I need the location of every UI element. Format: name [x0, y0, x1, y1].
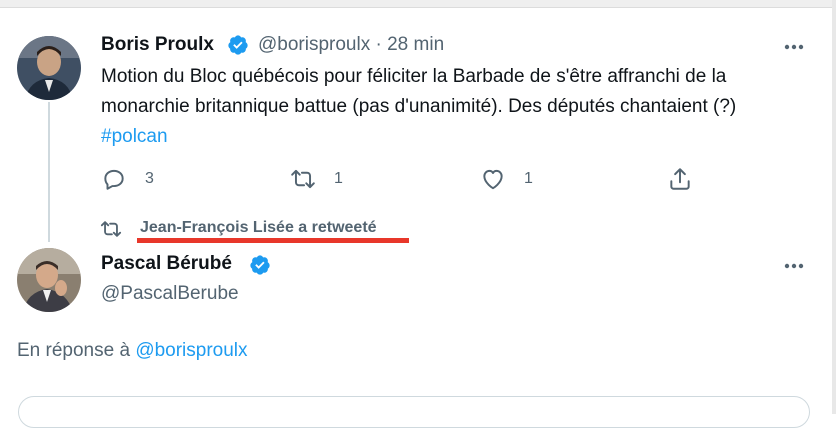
author-name[interactable]: Boris Proulx — [101, 34, 214, 56]
hashtag-link[interactable]: #polcan — [101, 126, 168, 147]
avatar-boris-proulx[interactable] — [17, 36, 81, 100]
separator-dot: · — [375, 34, 382, 55]
more-icon[interactable] — [781, 256, 807, 276]
retweet-notice-icon — [100, 221, 122, 237]
reply-button[interactable]: 3 — [101, 164, 154, 194]
embedded-tweet-card[interactable] — [18, 396, 810, 428]
author-handle[interactable]: @PascalBerube — [101, 283, 239, 305]
verified-badge-icon — [250, 255, 270, 275]
red-underline-annotation — [137, 238, 409, 243]
like-count: 1 — [524, 170, 533, 187]
window-right-edge — [832, 0, 836, 414]
retweet-button[interactable]: 1 — [290, 164, 343, 194]
tweet-text: Motion du Bloc québécois pour féliciter … — [101, 62, 801, 152]
more-icon[interactable] — [781, 37, 807, 57]
author-handle[interactable]: @borisproulx · 28 min — [258, 34, 444, 56]
retweet-icon — [291, 169, 315, 189]
reply-context: En réponse à @borisproulx — [17, 340, 248, 362]
retweeted-by-label[interactable]: Jean-François Lisée a retweeté — [140, 219, 377, 237]
tweet-time[interactable]: 28 min — [387, 34, 444, 55]
avatar-photo — [17, 248, 81, 312]
like-button[interactable]: 1 — [480, 164, 533, 194]
share-button[interactable] — [667, 164, 693, 194]
reply-icon — [104, 169, 124, 190]
window-top-edge — [0, 0, 836, 8]
handle-text: @borisproulx — [258, 34, 371, 55]
reply-count: 3 — [145, 170, 154, 187]
author-name[interactable]: Pascal Bérubé — [101, 253, 232, 275]
reply-handle-link[interactable]: @borisproulx — [135, 340, 247, 361]
avatar-photo — [17, 36, 81, 100]
retweet-count: 1 — [334, 170, 343, 187]
verified-badge-icon — [228, 35, 248, 55]
like-icon — [483, 169, 503, 190]
share-icon — [670, 168, 690, 190]
avatar-pascal-berube[interactable] — [17, 248, 81, 312]
thread-connector-line — [48, 102, 50, 242]
tweet-body: Motion du Bloc québécois pour féliciter … — [101, 66, 737, 117]
reply-prefix: En réponse à — [17, 340, 136, 361]
